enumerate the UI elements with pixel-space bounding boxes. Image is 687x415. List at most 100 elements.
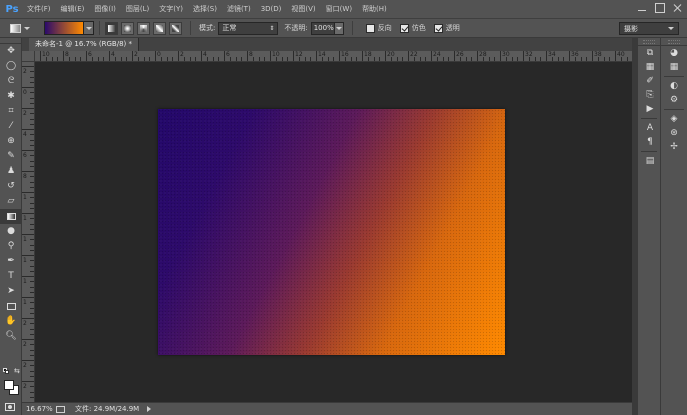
paragraph-icon: ¶ bbox=[647, 137, 653, 147]
angle-gradient-button[interactable] bbox=[137, 21, 150, 35]
zoom-tool[interactable]: 🔍︎ bbox=[0, 329, 22, 344]
ruler-tick bbox=[30, 302, 34, 304]
vertical-ruler[interactable]: 2 0 2 4 6 8 1 1 1 1 1 1 2 2 2 2 bbox=[22, 62, 35, 402]
quick-mask-icon[interactable] bbox=[5, 403, 15, 411]
layer-comps-panel-button[interactable]: ▤ bbox=[638, 154, 662, 168]
paragraph-panel-button[interactable]: ¶ bbox=[638, 135, 662, 149]
ruler-tick bbox=[241, 57, 243, 61]
menu-image[interactable]: 图像(I) bbox=[89, 0, 121, 18]
linear-gradient-button[interactable] bbox=[105, 21, 118, 35]
clone-source-panel-button[interactable]: ⎘ bbox=[638, 88, 662, 102]
ruler-tick bbox=[166, 57, 168, 61]
separator bbox=[190, 21, 191, 35]
default-colors-icon[interactable] bbox=[3, 368, 9, 374]
reverse-checkbox[interactable] bbox=[365, 23, 375, 33]
character-panel-button[interactable]: A bbox=[638, 121, 662, 135]
dock-grip[interactable] bbox=[661, 38, 687, 46]
ruler-tick bbox=[30, 81, 34, 83]
shape-tool[interactable] bbox=[0, 299, 22, 314]
history-brush-tool[interactable]: ↺ bbox=[0, 179, 22, 194]
healing-brush-tool[interactable]: ⊕ bbox=[0, 134, 22, 149]
dodge-tool[interactable]: ⚲ bbox=[0, 239, 22, 254]
document-canvas[interactable] bbox=[158, 109, 505, 355]
eraser-tool[interactable]: ▱ bbox=[0, 194, 22, 209]
pen-tool[interactable]: ✒ bbox=[0, 254, 22, 269]
ruler-tick bbox=[22, 129, 34, 130]
brush-panel-button[interactable]: ✐ bbox=[638, 74, 662, 88]
workspace-select[interactable]: 摄影 bbox=[619, 22, 679, 35]
minimize-button[interactable] bbox=[637, 3, 647, 13]
horizontal-ruler[interactable]: 10 8 6 4 2 0 2 4 6 8 10 12 14 16 18 20 22 24 26 28 30 32 34 36 3… bbox=[35, 51, 632, 62]
maximize-button[interactable] bbox=[655, 3, 665, 13]
paths-panel-button[interactable]: ✢ bbox=[661, 140, 687, 154]
marquee-tool[interactable]: ◯ bbox=[0, 59, 22, 74]
reflected-gradient-button[interactable] bbox=[153, 21, 166, 35]
diamond-gradient-button[interactable] bbox=[169, 21, 182, 35]
document-tab[interactable]: 未命名-1 @ 16.7% (RGB/8) * bbox=[29, 38, 139, 51]
ruler-tick bbox=[546, 51, 547, 61]
swap-colors-icon[interactable]: ⇆ bbox=[14, 367, 20, 375]
ruler-label: 1 bbox=[23, 215, 27, 222]
transparency-checkbox[interactable] bbox=[433, 23, 443, 33]
menu-type[interactable]: 文字(Y) bbox=[154, 0, 188, 18]
swatch-panel-button[interactable]: ▦ bbox=[661, 60, 687, 74]
foreground-color[interactable] bbox=[4, 380, 14, 390]
document-icon[interactable] bbox=[56, 405, 65, 413]
gradient-editor-swatch[interactable] bbox=[44, 21, 84, 35]
zoom-level[interactable]: 16.67% bbox=[26, 405, 54, 413]
menu-help[interactable]: 帮助(H) bbox=[357, 0, 392, 18]
hand-tool[interactable]: ✋ bbox=[0, 314, 22, 329]
layer-comps-icon: ▤ bbox=[645, 156, 655, 166]
chevron-right-icon[interactable] bbox=[147, 406, 152, 412]
blend-mode-select[interactable]: 正常 ⇕ bbox=[218, 21, 279, 35]
crop-tool[interactable]: ⌗ bbox=[0, 104, 22, 119]
quick-selection-tool[interactable]: ✱ bbox=[0, 89, 22, 104]
eyedropper-tool[interactable]: ⁄ bbox=[0, 119, 22, 134]
close-button[interactable] bbox=[673, 3, 683, 13]
menu-layer[interactable]: 图层(L) bbox=[121, 0, 154, 18]
ruler-tick bbox=[30, 97, 34, 99]
color-panel-button[interactable]: ◕ bbox=[661, 46, 687, 60]
history-panel-button[interactable]: ⧉ bbox=[638, 46, 662, 60]
menu-window[interactable]: 窗口(W) bbox=[321, 0, 357, 18]
ruler-tick bbox=[109, 51, 110, 61]
menu-select[interactable]: 选择(S) bbox=[188, 0, 222, 18]
blur-tool[interactable]: ● bbox=[0, 224, 22, 239]
styles-panel-button[interactable]: ⚙ bbox=[661, 93, 687, 107]
ruler-tick bbox=[304, 57, 306, 61]
opacity-slider-button[interactable] bbox=[334, 21, 344, 35]
menu-view[interactable]: 视图(V) bbox=[286, 0, 320, 18]
gradient-tool[interactable] bbox=[0, 209, 22, 224]
menu-edit[interactable]: 编辑(E) bbox=[56, 0, 90, 18]
ruler-tick bbox=[30, 223, 34, 225]
menu-file[interactable]: 文件(F) bbox=[22, 0, 56, 18]
clone-stamp-tool[interactable]: ♟ bbox=[0, 164, 22, 179]
window-controls bbox=[637, 3, 683, 13]
adjustments-panel-button[interactable]: ◐ bbox=[661, 79, 687, 93]
ruler-tick bbox=[471, 57, 473, 61]
type-tool[interactable]: T bbox=[0, 269, 22, 284]
brush-tool[interactable]: ✎ bbox=[0, 149, 22, 164]
path-selection-tool[interactable]: ➤ bbox=[0, 284, 22, 299]
tool-preset-picker[interactable] bbox=[10, 20, 30, 36]
menu-3d[interactable]: 3D(D) bbox=[256, 0, 287, 18]
ruler-tick bbox=[431, 51, 432, 61]
actions-panel-button[interactable]: ▶ bbox=[638, 102, 662, 116]
radial-gradient-button[interactable] bbox=[121, 21, 134, 35]
lasso-tool[interactable]: ᘓ bbox=[0, 74, 22, 89]
menu-filter[interactable]: 滤镜(T) bbox=[222, 0, 256, 18]
swatches-panel-button[interactable]: ▦ bbox=[638, 60, 662, 74]
layers-panel-button[interactable]: ◈ bbox=[661, 112, 687, 126]
gradient-picker-dropdown[interactable] bbox=[84, 21, 94, 35]
canvas-area[interactable] bbox=[35, 62, 632, 402]
ruler-tick bbox=[557, 57, 559, 61]
channels-panel-button[interactable]: ⊛ bbox=[661, 126, 687, 140]
dither-checkbox[interactable] bbox=[399, 23, 409, 33]
ruler-origin[interactable] bbox=[22, 51, 35, 62]
move-tool[interactable]: ✥ bbox=[0, 44, 22, 59]
opacity-input[interactable]: 100% bbox=[310, 21, 335, 35]
ruler-tick bbox=[30, 281, 34, 283]
dock-grip[interactable] bbox=[638, 38, 660, 46]
type-icon: T bbox=[8, 271, 14, 281]
ruler-tick bbox=[30, 197, 34, 199]
